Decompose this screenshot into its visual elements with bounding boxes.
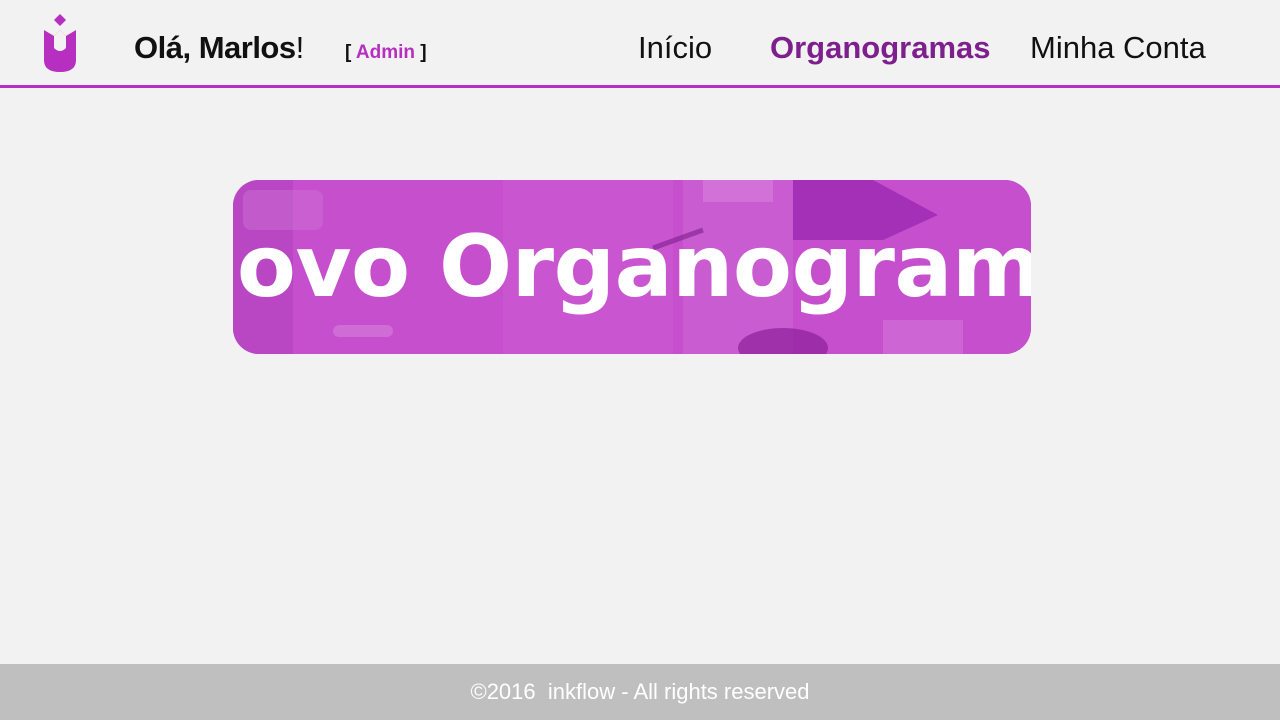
new-org-chart-label: Novo Organograma bbox=[233, 217, 1031, 317]
nav-item-minha-conta[interactable]: Minha Conta bbox=[1030, 30, 1206, 66]
nav-item-organogramas[interactable]: Organogramas bbox=[770, 30, 991, 66]
role-name: Admin bbox=[355, 42, 416, 63]
greeting-exclamation: ! bbox=[295, 30, 305, 65]
tulip-logo-icon[interactable] bbox=[40, 12, 80, 76]
role-badge: [ Admin ] bbox=[345, 42, 427, 64]
greeting-text: Olá, Marlos! bbox=[134, 30, 304, 66]
role-bracket-close: ] bbox=[415, 42, 427, 63]
new-org-chart-button[interactable]: Novo Organograma bbox=[233, 180, 1031, 354]
nav-item-inicio[interactable]: Início bbox=[638, 30, 712, 66]
top-header: Olá, Marlos! [ Admin ] Início Organogram… bbox=[0, 0, 1280, 88]
role-bracket-open: [ bbox=[345, 42, 356, 63]
footer-copyright: ©2016 inkflow - All rights reserved bbox=[470, 679, 810, 704]
greeting-name: Olá, Marlos bbox=[134, 30, 296, 65]
footer: ©2016 inkflow - All rights reserved bbox=[0, 664, 1280, 720]
